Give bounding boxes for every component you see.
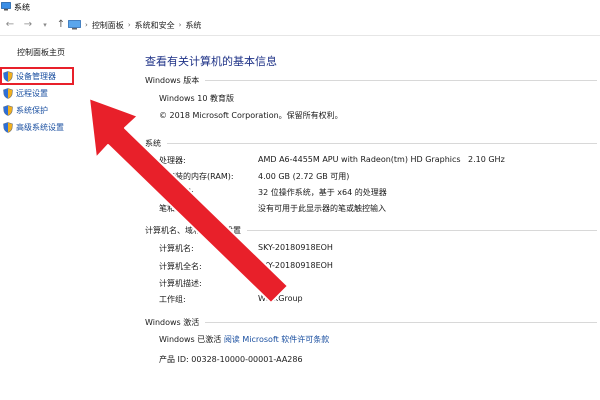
system-type-value: 32 位操作系统，基于 x64 的处理器 xyxy=(258,188,387,197)
license-terms-link[interactable]: 阅读 Microsoft 软件许可条款 xyxy=(224,335,330,344)
sidebar-item-label: 远程设置 xyxy=(16,89,48,98)
activation-status: Windows 已激活 阅读 Microsoft 软件许可条款 xyxy=(159,334,329,345)
control-panel-home-link[interactable]: 控制面板主页 xyxy=(17,47,65,58)
sidebar-item-label: 高级系统设置 xyxy=(16,123,64,132)
section-title: Windows 激活 xyxy=(145,318,200,327)
full-computer-name-value: SKY-20180918EOH xyxy=(258,261,333,270)
up-arrow-icon[interactable]: ↑ xyxy=(54,18,68,32)
computer-name-label: 计算机名: xyxy=(159,244,194,253)
system-section-header: 系统 xyxy=(145,138,597,149)
activation-status-text: Windows 已激活 xyxy=(159,335,222,344)
edition-name: Windows 10 教育版 xyxy=(159,94,234,103)
sidebar-item-system-protection[interactable]: 系统保护 xyxy=(3,103,48,118)
computer-section-header: 计算机名、域和工作组设置 xyxy=(145,225,597,236)
edition-section-header: Windows 版本 xyxy=(145,75,597,86)
back-arrow-icon[interactable]: ← xyxy=(3,18,17,32)
processor-label: 处理器: xyxy=(159,156,186,165)
breadcrumb-separator-icon: › xyxy=(85,21,88,29)
page-title: 查看有关计算机的基本信息 xyxy=(145,55,277,68)
address-bar: ← → ▾ ↑ › 控制面板 › 系统和安全 › 系统 xyxy=(0,14,600,36)
system-type-label: 系统类型: xyxy=(159,188,194,197)
full-computer-name-label: 计算机全名: xyxy=(159,262,202,271)
breadcrumb-system-security[interactable]: 系统和安全 xyxy=(135,20,175,31)
breadcrumb-system[interactable]: 系统 xyxy=(185,20,201,31)
main-panel: 查看有关计算机的基本信息 Windows 版本 Windows 10 教育版 ©… xyxy=(138,36,600,400)
title-bar: 系统 xyxy=(0,0,600,14)
copyright-text: © 2018 Microsoft Corporation。保留所有权利。 xyxy=(159,111,343,120)
computer-icon xyxy=(1,2,11,11)
shield-icon xyxy=(3,122,13,133)
sidebar: 控制面板主页 设备管理器 远程设置 系统保护 高级系统设置 xyxy=(0,36,138,400)
workgroup-value: WorkGroup xyxy=(258,294,303,303)
workgroup-label: 工作组: xyxy=(159,295,186,304)
forward-arrow-icon[interactable]: → xyxy=(21,18,35,32)
control-panel-icon xyxy=(68,20,81,30)
breadcrumb-control-panel[interactable]: 控制面板 xyxy=(92,20,124,31)
sidebar-item-remote-settings[interactable]: 远程设置 xyxy=(3,86,48,101)
ram-value: 4.00 GB (2.72 GB 可用) xyxy=(258,172,350,181)
computer-name-value: SKY-20180918EOH xyxy=(258,243,333,252)
section-title: 系统 xyxy=(145,139,161,148)
sidebar-item-label: 系统保护 xyxy=(16,106,48,115)
shield-icon xyxy=(3,88,13,99)
shield-icon xyxy=(3,105,13,116)
processor-speed: 2.10 GHz xyxy=(468,155,505,164)
chevron-down-icon[interactable]: ▾ xyxy=(38,18,52,32)
annotation-highlight-box xyxy=(0,67,74,85)
breadcrumb-separator-icon: › xyxy=(178,21,182,29)
window-title: 系统 xyxy=(14,3,30,12)
ram-label: 已安装的内存(RAM): xyxy=(159,172,234,181)
computer-description-label: 计算机描述: xyxy=(159,279,202,288)
section-title: 计算机名、域和工作组设置 xyxy=(145,226,241,235)
breadcrumb-separator-icon: › xyxy=(127,21,131,29)
product-id: 产品 ID: 00328-10000-00001-AA286 xyxy=(159,355,303,364)
pen-touch-value: 没有可用于此显示器的笔或触控输入 xyxy=(258,204,386,213)
breadcrumb: › 控制面板 › 系统和安全 › 系统 xyxy=(68,18,201,32)
activation-section-header: Windows 激活 xyxy=(145,317,597,328)
pen-touch-label: 笔和触控: xyxy=(159,204,194,213)
processor-value: AMD A6-4455M APU with Radeon(tm) HD Grap… xyxy=(258,155,461,164)
sidebar-item-advanced-settings[interactable]: 高级系统设置 xyxy=(3,120,64,135)
section-title: Windows 版本 xyxy=(145,76,200,85)
